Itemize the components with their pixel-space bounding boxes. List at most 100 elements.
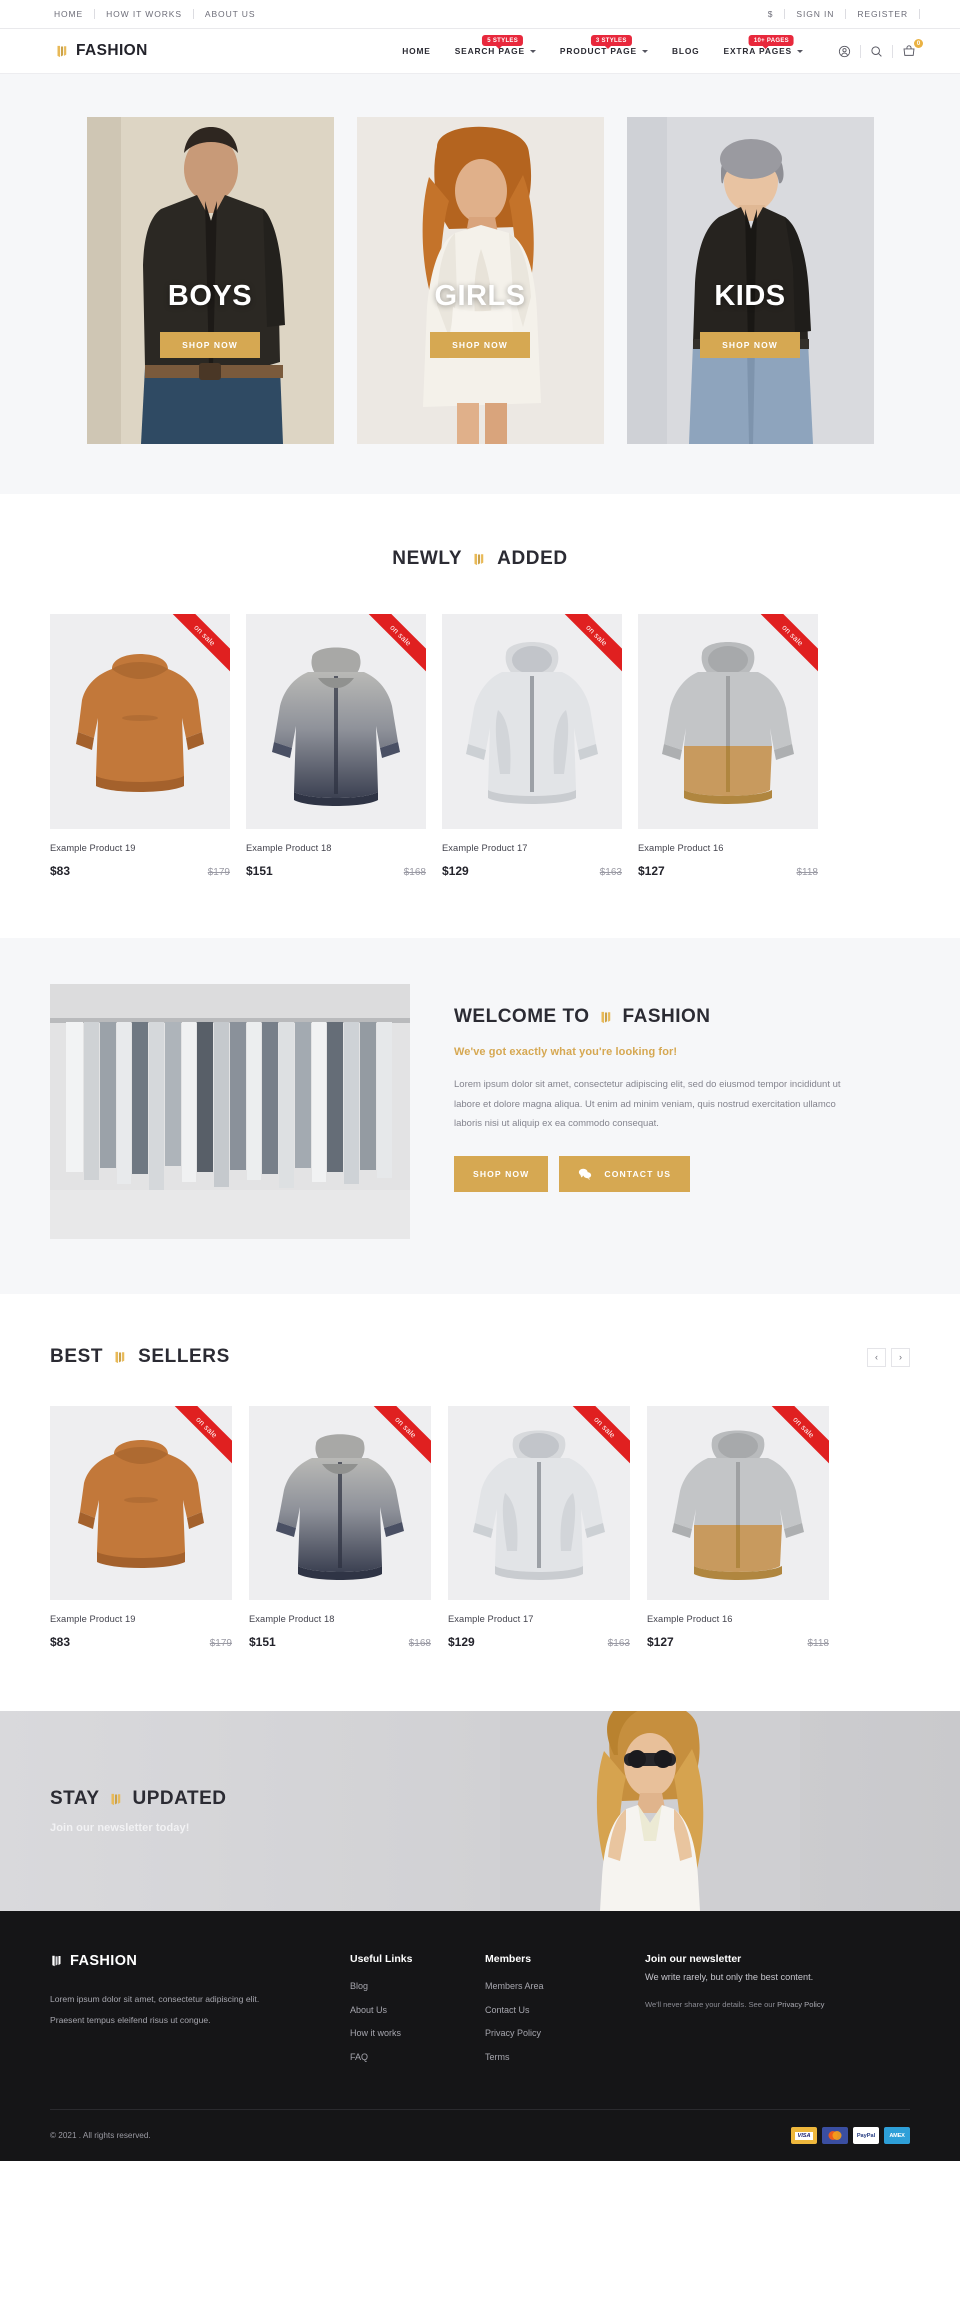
paypal-icon: PayPal [853,2127,879,2144]
currency-selector[interactable]: $ [757,10,785,19]
amex-icon: AMEX [884,2127,910,2144]
product-thumbnail[interactable]: on sale [249,1406,431,1600]
product-old-price: $179 [209,1638,232,1649]
title-word-after: SELLERS [138,1346,230,1367]
footer-link-members-area[interactable]: Members Area [485,1981,645,1991]
product-thumbnail[interactable]: on sale [50,614,230,829]
header-inner: FASHION HOME 5 STYLES SEARCH PAGE 3 STYL… [35,35,925,60]
mastercard-icon [822,2127,848,2144]
footer-newsletter-title: Join our newsletter [645,1953,742,1965]
search-icon[interactable] [861,45,892,58]
shop-now-button-boys[interactable]: SHOP NOW [160,331,260,358]
product-image [246,614,426,829]
welcome-subtitle: We've got exactly what you're looking fo… [454,1046,678,1058]
footer-link-terms[interactable]: Terms [485,2052,645,2062]
product-card[interactable]: on sale [442,614,622,878]
visa-icon: VISA [791,2127,817,2144]
product-price: $127 [638,864,665,878]
product-card[interactable]: on sale [246,614,426,878]
copyright-text: © 2021 . All rights reserved. [50,2131,151,2140]
account-icon[interactable] [829,45,860,58]
nav-badge-product-page: 3 STYLES [590,35,632,49]
footer-logo[interactable]: FASHION [50,1953,350,1969]
nav-item-search-page[interactable]: 5 STYLES SEARCH PAGE [443,35,548,56]
topbar-link-about-us[interactable]: ABOUT US [194,10,267,19]
register-link[interactable]: REGISTER [846,10,919,19]
welcome-photo [50,984,410,1239]
chat-bubbles-icon [578,1167,592,1181]
best-sellers-product-grid: on sale Example Product 19 $83 $179 on s… [50,1406,910,1649]
best-inner: BEST SELLERS ‹ › on sale Example Product… [50,1346,910,1649]
footer-link-privacy-policy[interactable]: Privacy Policy [485,2028,645,2038]
shop-now-button-kids[interactable]: SHOP NOW [700,331,800,358]
product-card[interactable]: on sale [448,1406,630,1649]
nav-item-home[interactable]: HOME [390,46,443,56]
sign-in-link[interactable]: SIGN IN [785,10,845,19]
product-card[interactable]: on sale [249,1406,431,1649]
footer-link-contact-us[interactable]: Contact Us [485,2005,645,2015]
product-thumbnail[interactable]: on sale [448,1406,630,1600]
product-price-row: $129 $163 [442,864,622,878]
footer-useful-links-column: Useful Links Blog About Us How it works … [350,1953,485,2075]
product-thumbnail[interactable]: on sale [50,1406,232,1600]
footer-privacy-policy-link[interactable]: Privacy Policy [777,2000,824,2009]
category-label-boys: BOYS [167,279,253,312]
main-navigation: HOME 5 STYLES SEARCH PAGE 3 STYLES PRODU… [390,35,815,56]
nav-item-blog[interactable]: BLOG [660,46,712,56]
product-price: $151 [249,1635,276,1649]
disclaimer-text: We'll never share your details. See our [645,2000,778,2009]
welcome-title: WELCOME TO FASHION [454,1006,711,1028]
category-card-boys[interactable]: BOYS SHOP NOW [86,117,334,444]
topbar-link-home[interactable]: HOME [40,10,94,19]
footer-link-about-us[interactable]: About Us [350,2005,485,2015]
product-price: $83 [50,1635,71,1649]
cart-icon[interactable]: 0 [893,39,925,58]
product-name: Example Product 17 [442,843,528,853]
shop-now-button[interactable]: SHOP NOW [454,1155,549,1192]
category-card-kids[interactable]: KIDS SHOP NOW [626,117,874,444]
category-label-girls: GIRLS [434,279,526,312]
flag-mark-icon [50,1954,64,1968]
newsletter-subtitle: Join our newsletter today! [50,1822,190,1834]
newly-inner: NEWLY ADDED on sale Example Product 19 $… [50,548,910,878]
product-thumbnail[interactable]: on sale [246,614,426,829]
chevron-left-icon[interactable]: ‹ [867,1347,886,1367]
chevron-down-icon [641,49,648,53]
chevron-right-icon[interactable]: › [891,1347,910,1367]
brand-logo[interactable]: FASHION [55,42,148,60]
shop-now-button-girls[interactable]: SHOP NOW [430,331,530,358]
product-card[interactable]: on sale [647,1406,829,1649]
nav-label: SEARCH PAGE [454,46,525,56]
product-old-price: $168 [408,1638,431,1649]
product-thumbnail[interactable]: on sale [442,614,622,829]
product-thumbnail[interactable]: on sale [638,614,818,829]
nav-item-product-page[interactable]: 3 STYLES PRODUCT PAGE [548,35,660,56]
footer-brand-column: FASHION Lorem ipsum dolor sit amet, cons… [50,1953,350,2075]
product-name: Example Product 16 [638,843,724,853]
footer-link-how-it-works[interactable]: How it works [350,2028,485,2038]
product-thumbnail[interactable]: on sale [647,1406,829,1600]
category-card-girls[interactable]: GIRLS SHOP NOW [356,117,604,444]
carousel-controls: ‹ › [867,1347,910,1367]
product-card[interactable]: on sale [638,614,818,878]
footer-link-faq[interactable]: FAQ [350,2052,485,2062]
payment-methods: VISA PayPal AMEX [791,2127,910,2144]
site-header: FASHION HOME 5 STYLES SEARCH PAGE 3 STYL… [0,29,960,74]
product-card[interactable]: on sale Example Product 19 $83 $179 [50,1406,232,1649]
title-word-after: ADDED [497,548,568,569]
product-price-row: $129 $163 [448,1635,630,1649]
contact-us-button[interactable]: CONTACT US [559,1155,691,1192]
nav-item-extra-pages[interactable]: 10+ PAGES EXTRA PAGES [712,35,815,56]
product-card[interactable]: on sale Example Product 19 $83 $179 [50,614,230,878]
product-image [50,614,230,829]
product-price: $83 [50,864,71,878]
welcome-inner: WELCOME TO FASHION We've got exactly wha… [50,984,910,1239]
cart-count-badge: 0 [914,39,923,48]
footer-link-blog[interactable]: Blog [350,1981,485,1991]
best-sellers-section: BEST SELLERS ‹ › on sale Example Product… [0,1294,960,1711]
flag-mark-icon [472,552,487,567]
site-footer: FASHION Lorem ipsum dolor sit amet, cons… [0,1911,960,2161]
product-old-price: $118 [807,1638,829,1649]
topbar-link-how-it-works[interactable]: HOW IT WORKS [95,10,193,19]
product-price: $129 [442,864,469,878]
